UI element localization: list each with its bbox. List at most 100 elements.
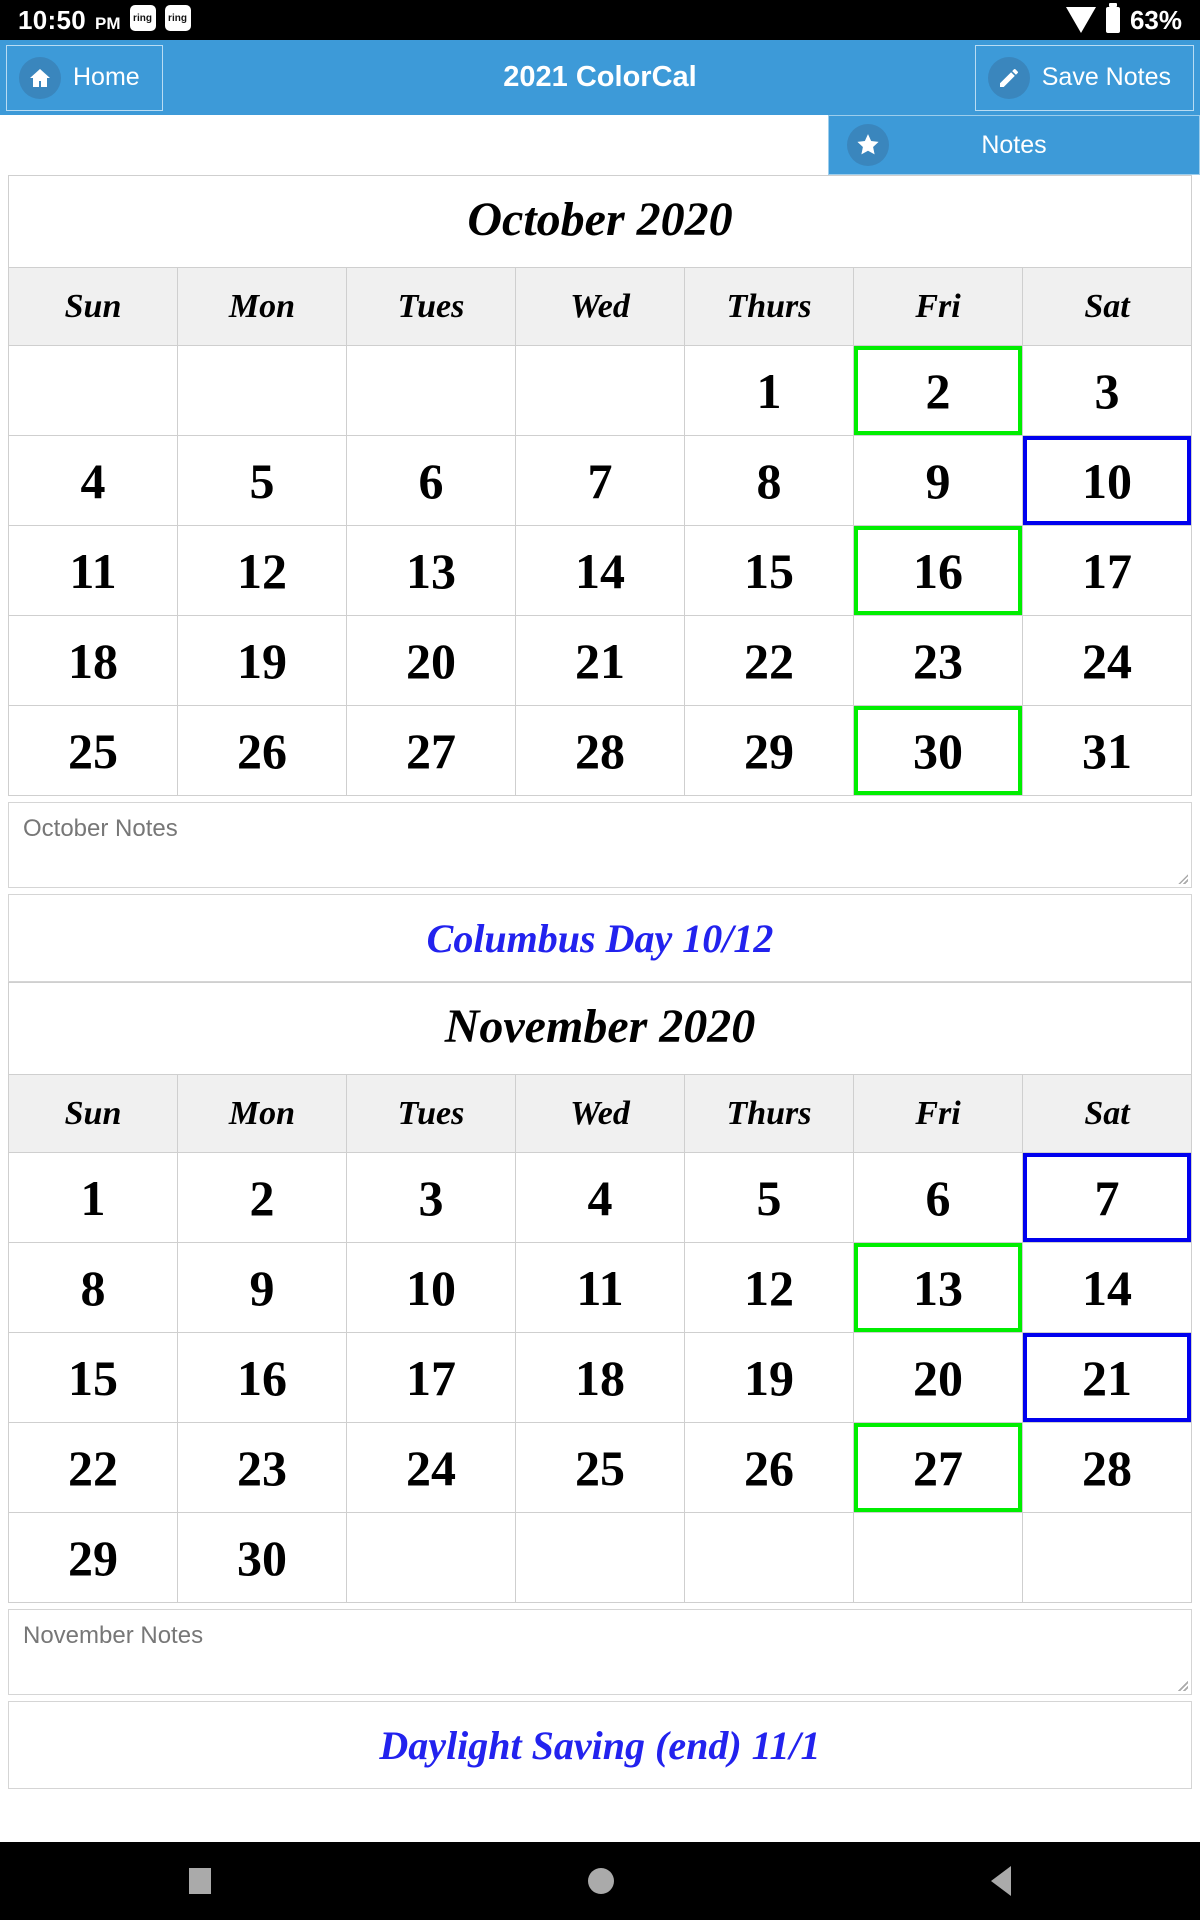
calendar-day-cell[interactable]: 17 [346,1332,516,1423]
notes-tab[interactable]: Notes [828,115,1200,175]
calendar-day-cell[interactable]: 4 [8,435,178,526]
save-notes-button[interactable]: Save Notes [974,44,1194,111]
holiday-text: Daylight Saving (end) 11/1 [379,1722,821,1768]
weekday-header-sat: Sat [1022,1074,1192,1153]
month-block: November 2020 Sun Mon Tues Wed Thurs Fri Sat 1 2 3… [0,982,1200,1603]
month-notes-input[interactable]: October Notes [8,802,1192,888]
app-header-bar: Home 2021 ColorCal Save Notes [0,40,1200,115]
calendar-day-cell[interactable]: 30 [853,705,1023,796]
calendar-day-cell[interactable]: 15 [684,525,854,616]
calendar-day-cell[interactable]: 25 [515,1422,685,1513]
calendar-cell-empty [1022,1512,1192,1603]
holiday-banner: Daylight Saving (end) 11/1 [8,1701,1192,1789]
month-title: November 2020 [8,982,1192,1074]
textarea-resize-handle[interactable] [1178,874,1188,884]
calendar-day-cell[interactable]: 9 [853,435,1023,526]
calendar-day-cell[interactable]: 10 [346,1242,516,1333]
calendar-day-cell[interactable]: 1 [8,1152,178,1243]
weekday-header-mon: Mon [177,267,347,346]
calendar-day-cell[interactable]: 1 [684,345,854,436]
calendar-day-cell[interactable]: 7 [515,435,685,526]
status-left-group: 10:50 PM ring ring [18,5,191,33]
calendar-cell-empty [177,345,347,436]
calendar-day-cell[interactable]: 13 [853,1242,1023,1333]
calendar-day-cell[interactable]: 18 [8,615,178,706]
calendar-day-cell[interactable]: 13 [346,525,516,616]
calendar-day-cell[interactable]: 23 [853,615,1023,706]
weekday-header-thurs: Thurs [684,267,854,346]
home-button[interactable]: Home [6,44,163,111]
calendar-day-cell[interactable]: 19 [177,615,347,706]
calendar-day-cell[interactable]: 4 [515,1152,685,1243]
calendar-cell-empty [515,1512,685,1603]
calendar-day-cell[interactable]: 6 [853,1152,1023,1243]
save-notes-label: Save Notes [1041,63,1171,91]
calendar-day-cell[interactable]: 30 [177,1512,347,1603]
calendar-day-cell[interactable]: 22 [8,1422,178,1513]
calendar-day-cell[interactable]: 22 [684,615,854,706]
calendar-week-row: 22 23 24 25 26 27 28 [8,1422,1192,1513]
calendar-table: November 2020 Sun Mon Tues Wed Thurs Fri Sat 1 2 3… [8,982,1192,1603]
calendar-day-cell[interactable]: 14 [1022,1242,1192,1333]
calendar-day-cell[interactable]: 21 [515,615,685,706]
calendar-day-cell[interactable]: 10 [1022,435,1192,526]
triangle-back-icon[interactable] [991,1866,1012,1896]
calendar-day-cell[interactable]: 3 [1022,345,1192,436]
calendar-day-cell[interactable]: 9 [177,1242,347,1333]
calendar-day-cell[interactable]: 24 [346,1422,516,1513]
calendar-day-cell[interactable]: 11 [8,525,178,616]
weekday-header-fri: Fri [853,1074,1023,1153]
calendar-day-cell[interactable]: 28 [515,705,685,796]
calendar-day-cell[interactable]: 3 [346,1152,516,1243]
status-right-group: 63% [1065,3,1182,36]
weekday-header-sun: Sun [8,267,178,346]
calendar-day-cell[interactable]: 12 [684,1242,854,1333]
calendar-day-cell[interactable]: 20 [853,1332,1023,1423]
calendar-day-cell[interactable]: 20 [346,615,516,706]
calendar-day-cell[interactable]: 24 [1022,615,1192,706]
calendar-day-cell[interactable]: 29 [8,1512,178,1603]
calendar-day-cell[interactable]: 25 [8,705,178,796]
square-recents-icon[interactable] [188,1868,211,1894]
calendar-day-cell[interactable]: 6 [346,435,516,526]
weekday-header-sun: Sun [8,1074,178,1153]
calendar-day-cell[interactable]: 8 [684,435,854,526]
weekday-header-thurs: Thurs [684,1074,854,1153]
calendar-day-cell[interactable]: 15 [8,1332,178,1423]
calendar-day-cell[interactable]: 26 [684,1422,854,1513]
month-block: October 2020 Sun Mon Tues Wed Thurs Fri Sat 1 2 3 4… [0,175,1200,796]
calendar-day-cell[interactable]: 5 [177,435,347,526]
calendar-day-cell[interactable]: 11 [515,1242,685,1333]
weekday-header-wed: Wed [515,267,685,346]
calendar-day-cell[interactable]: 31 [1022,705,1192,796]
calendar-day-cell[interactable]: 16 [853,525,1023,616]
calendar-day-cell[interactable]: 27 [346,705,516,796]
calendar-day-cell[interactable]: 16 [177,1332,347,1423]
calendar-day-cell[interactable]: 27 [853,1422,1023,1513]
calendar-day-cell[interactable]: 14 [515,525,685,616]
textarea-resize-handle[interactable] [1178,1681,1188,1691]
calendar-day-cell[interactable]: 12 [177,525,347,616]
calendar-day-cell[interactable]: 2 [177,1152,347,1243]
android-status-bar: 10:50 PM ring ring 63% [0,0,1200,40]
star-icon [847,124,889,166]
calendar-day-cell[interactable]: 18 [515,1332,685,1423]
calendar-day-cell[interactable]: 29 [684,705,854,796]
wifi-icon [1065,7,1096,33]
calendar-day-cell[interactable]: 21 [1022,1332,1192,1423]
calendar-cell-empty [853,1512,1023,1603]
calendar-day-cell[interactable]: 23 [177,1422,347,1513]
calendar-day-cell[interactable]: 19 [684,1332,854,1423]
calendar-day-cell[interactable]: 28 [1022,1422,1192,1513]
month-notes-input[interactable]: November Notes [8,1609,1192,1695]
calendar-day-cell[interactable]: 17 [1022,525,1192,616]
calendar-week-row: 4 5 6 7 8 9 10 [8,435,1192,526]
calendar-day-cell[interactable]: 8 [8,1242,178,1333]
circle-home-icon[interactable] [587,1868,614,1894]
calendar-cell-empty [515,345,685,436]
calendar-day-cell[interactable]: 5 [684,1152,854,1243]
calendar-day-cell[interactable]: 26 [177,705,347,796]
calendar-day-cell[interactable]: 7 [1022,1152,1192,1243]
weekday-header-row: Sun Mon Tues Wed Thurs Fri Sat [8,1074,1192,1153]
calendar-day-cell[interactable]: 2 [853,345,1023,436]
